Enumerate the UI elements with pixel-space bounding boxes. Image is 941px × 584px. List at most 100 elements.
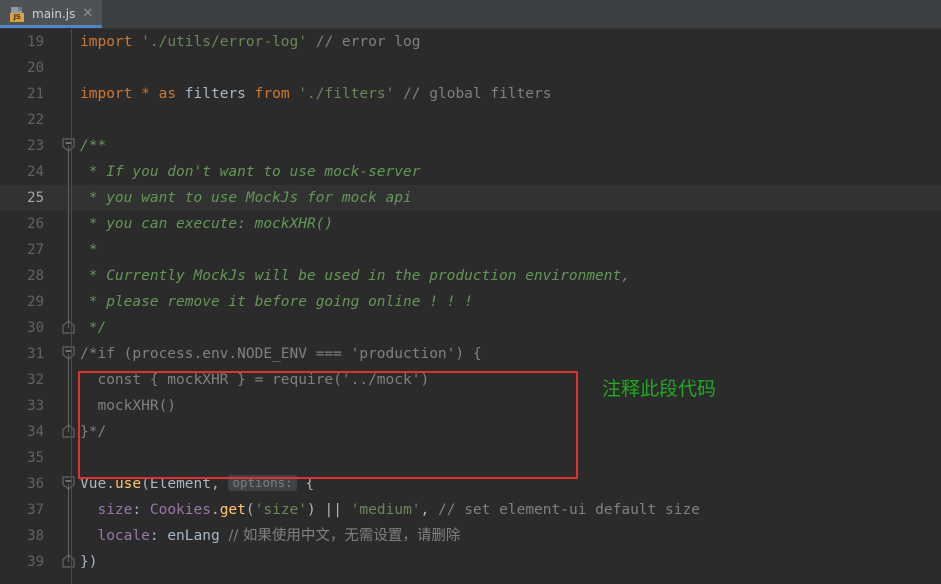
gutter-line-19[interactable]: 19 xyxy=(0,29,72,55)
gutter-line-36[interactable]: 36 xyxy=(0,471,75,497)
code-line-22[interactable]: 22 xyxy=(0,107,941,133)
code-text[interactable]: /*if (process.env.NODE_ENV === 'producti… xyxy=(72,341,941,367)
token-cmtg: */ xyxy=(80,320,107,336)
gutter-line-38[interactable]: 38 xyxy=(0,523,72,549)
gutter-line-25[interactable]: 25 xyxy=(0,185,72,211)
code-text[interactable]: locale: enLang // 如果使用中文，无需设置，请删除 xyxy=(72,523,941,549)
token-id: enLang xyxy=(167,528,220,544)
gutter-line-37[interactable]: 37 xyxy=(0,497,72,523)
gutter-line-22[interactable]: 22 xyxy=(0,107,72,133)
token-cmtg: * you want to use MockJs for mock api xyxy=(80,190,412,206)
code-text[interactable]: mockXHR() xyxy=(72,393,941,419)
token-id xyxy=(176,86,185,102)
token-id xyxy=(80,502,97,518)
code-text[interactable]: /** xyxy=(72,133,941,159)
code-text[interactable] xyxy=(72,445,941,471)
token-cmt: /*if (process.env.NODE_ENV === 'producti… xyxy=(80,346,482,362)
code-line-32[interactable]: 32 const { mockXHR } = require('../mock'… xyxy=(0,367,941,393)
code-text[interactable] xyxy=(72,55,941,81)
code-text[interactable]: * Currently MockJs will be used in the p… xyxy=(72,263,941,289)
token-kw: import xyxy=(80,86,133,102)
token-id xyxy=(150,86,159,102)
gutter-line-32[interactable]: 32 xyxy=(0,367,72,393)
token-cmt: }*/ xyxy=(80,424,107,440)
gutter-line-31[interactable]: 31 xyxy=(0,341,75,367)
code-line-31[interactable]: 31 /*if (process.env.NODE_ENV === 'produc… xyxy=(0,341,941,367)
token-op: || xyxy=(324,502,342,518)
token-op: , xyxy=(210,476,229,492)
code-text[interactable]: * please remove it before going online !… xyxy=(72,289,941,315)
line-number: 21 xyxy=(27,86,44,102)
line-number: 30 xyxy=(27,320,44,336)
gutter-line-24[interactable]: 24 xyxy=(0,159,72,185)
token-id xyxy=(80,528,97,544)
token-id: Vue xyxy=(80,476,107,492)
line-number: 31 xyxy=(27,346,44,362)
code-text[interactable]: }*/ xyxy=(72,419,941,445)
token-str: './filters' xyxy=(298,86,395,102)
token-cmt: // error log xyxy=(315,34,421,50)
code-line-33[interactable]: 33 mockXHR() xyxy=(0,393,941,419)
code-text[interactable]: }) xyxy=(72,549,941,575)
gutter-line-39[interactable]: 39 xyxy=(0,549,75,575)
code-text[interactable] xyxy=(72,107,941,133)
gutter-line-23[interactable]: 23 xyxy=(0,133,75,159)
line-number: 26 xyxy=(27,216,44,232)
code-text[interactable]: * xyxy=(72,237,941,263)
code-line-34[interactable]: 34 }*/ xyxy=(0,419,941,445)
code-text[interactable]: import './utils/error-log' // error log xyxy=(72,29,941,55)
token-prop: locale xyxy=(97,528,150,544)
code-line-30[interactable]: 30 */ xyxy=(0,315,941,341)
gutter-line-26[interactable]: 26 xyxy=(0,211,72,237)
token-id xyxy=(132,86,141,102)
code-line-38[interactable]: 38 locale: enLang // 如果使用中文，无需设置，请删除 xyxy=(0,523,941,549)
code-text[interactable]: */ xyxy=(72,315,941,341)
line-number: 27 xyxy=(27,242,44,258)
gutter-line-35[interactable]: 35 xyxy=(0,445,72,471)
code-line-27[interactable]: 27 * xyxy=(0,237,941,263)
code-text[interactable]: const { mockXHR } = require('../mock') xyxy=(72,367,941,393)
token-op: { xyxy=(296,476,315,492)
gutter-line-30[interactable]: 30 xyxy=(0,315,75,341)
token-kw: import xyxy=(80,34,133,50)
code-text[interactable]: * you want to use MockJs for mock api xyxy=(72,185,941,211)
code-line-36[interactable]: 36 Vue.use(Element, options: { xyxy=(0,471,941,497)
code-line-25[interactable]: 25 * you want to use MockJs for mock api xyxy=(0,185,941,211)
code-text[interactable]: Vue.use(Element, options: { xyxy=(72,471,941,497)
gutter-line-34[interactable]: 34 xyxy=(0,419,75,445)
close-icon[interactable]: ✕ xyxy=(81,7,94,22)
code-line-26[interactable]: 26 * you can execute: mockXHR() xyxy=(0,211,941,237)
token-cmtg: /** xyxy=(80,138,107,154)
gutter-line-28[interactable]: 28 xyxy=(0,263,72,289)
code-line-19[interactable]: 19 import './utils/error-log' // error lo… xyxy=(0,29,941,55)
gutter-line-20[interactable]: 20 xyxy=(0,55,72,81)
code-line-29[interactable]: 29 * please remove it before going onlin… xyxy=(0,289,941,315)
code-line-23[interactable]: 23 /** xyxy=(0,133,941,159)
code-line-20[interactable]: 20 xyxy=(0,55,941,81)
gutter-line-33[interactable]: 33 xyxy=(0,393,72,419)
code-text[interactable]: size: Cookies.get('size') || 'medium', /… xyxy=(72,497,941,523)
code-text[interactable]: * you can execute: mockXHR() xyxy=(72,211,941,237)
token-id xyxy=(394,86,403,102)
code-line-28[interactable]: 28 * Currently MockJs will be used in th… xyxy=(0,263,941,289)
line-number: 38 xyxy=(27,528,44,544)
gutter-line-27[interactable]: 27 xyxy=(0,237,72,263)
token-cmt: // 如果使用中文，无需设置，请删除 xyxy=(228,528,461,544)
line-number: 33 xyxy=(27,398,44,414)
code-line-21[interactable]: 21 import * as filters from './filters' /… xyxy=(0,81,941,107)
code-line-39[interactable]: 39}) xyxy=(0,549,941,575)
code-line-37[interactable]: 37 size: Cookies.get('size') || 'medium'… xyxy=(0,497,941,523)
gutter-line-29[interactable]: 29 xyxy=(0,289,72,315)
gutter-line-21[interactable]: 21 xyxy=(0,81,72,107)
code-text[interactable]: import * as filters from './filters' // … xyxy=(72,81,941,107)
code-editor[interactable]: 19 import './utils/error-log' // error lo… xyxy=(0,29,941,584)
token-str: 'medium' xyxy=(350,502,421,518)
token-cmtg: * please remove it before going online !… xyxy=(80,294,473,310)
code-line-24[interactable]: 24 * If you don't want to use mock-serve… xyxy=(0,159,941,185)
token-op xyxy=(342,502,351,518)
code-text[interactable]: * If you don't want to use mock-server xyxy=(72,159,941,185)
line-number: 24 xyxy=(27,164,44,180)
tab-main-js[interactable]: JS main.js ✕ xyxy=(0,0,103,28)
code-line-35[interactable]: 35 xyxy=(0,445,941,471)
token-op: ) xyxy=(307,502,325,518)
